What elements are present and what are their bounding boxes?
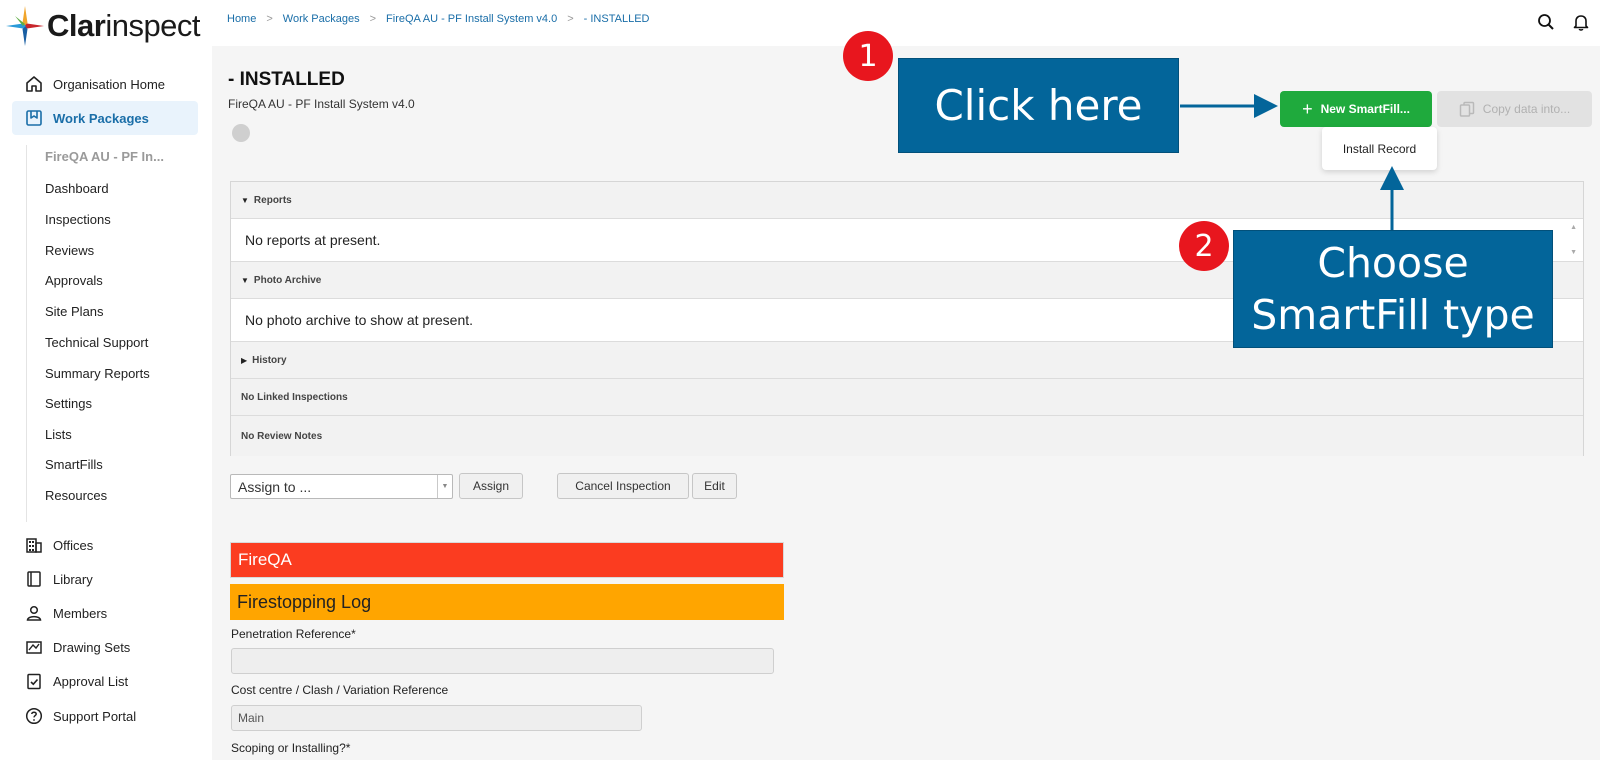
- callout-click-here: Click here: [898, 58, 1179, 153]
- annotation-arrows: [1180, 94, 1404, 230]
- step-badge-2: 2: [1179, 221, 1229, 271]
- step-badge-1: 1: [843, 31, 893, 81]
- callout-choose-smartfill-type: Choose SmartFill type: [1233, 230, 1553, 348]
